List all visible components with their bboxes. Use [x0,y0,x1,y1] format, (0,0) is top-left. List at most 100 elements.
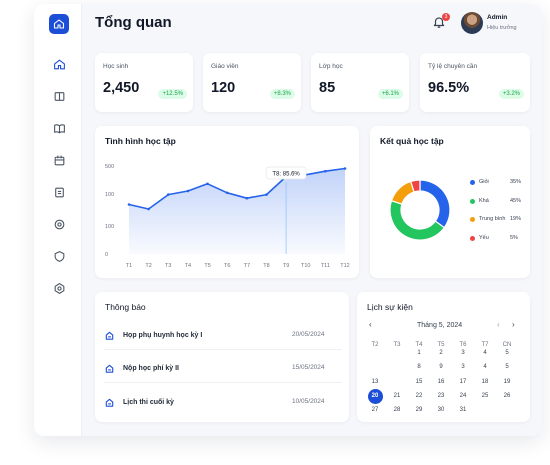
calendar-day[interactable]: 24 [453,393,473,399]
calendar-day[interactable]: 5 [497,350,517,356]
calendar-weekday: T2 [371,342,379,348]
x-tick-label: T6 [224,263,230,269]
calendar-weekday: T5 [437,342,445,348]
calendar-day[interactable]: 5 [497,364,517,370]
chevron-left-icon[interactable]: ‹ [497,320,500,329]
calendar-day[interactable]: 3 [453,364,473,370]
announcement-item[interactable]: Lịch thi cuối kỳ [104,395,174,409]
nav-book-icon[interactable] [51,88,67,104]
document-icon [105,398,114,407]
stat-value: 120 [211,80,236,96]
calendar-day[interactable]: 22 [409,393,429,399]
calendar-day[interactable]: 1 [409,350,429,356]
y-tick-label: 0 [105,252,108,258]
data-point [206,182,209,186]
data-point [147,207,150,211]
legend-label: Khá [479,198,489,204]
donut-slice-2 [390,180,415,205]
calendar-day[interactable]: 21 [387,393,407,399]
calendar-day[interactable]: 30 [431,407,451,413]
data-point [265,193,268,196]
nav-open-book-icon[interactable] [51,120,67,136]
legend-dot [470,180,475,185]
calendar-day[interactable]: 4 [475,350,495,356]
learning-chart-card: Tình hình học tập 500 100 100 0 T8: 85.6% T1 T… [95,126,359,278]
announcement-item[interactable]: Nộp học phí kỳ II [104,361,179,375]
legend-value: 45% [510,198,522,204]
stat-delta-badge: +8.3% [269,89,295,99]
data-point [186,189,190,193]
donut-slice-0 [419,179,451,229]
chevron-right-icon[interactable]: › [512,320,515,329]
document-icon [105,331,114,340]
calendar-day[interactable]: 25 [475,393,495,399]
calendar-day[interactable]: 26 [497,393,517,399]
results-donut-chart [389,179,451,241]
nav-calendar-icon[interactable] [51,152,67,168]
calendar-day[interactable]: 17 [453,379,473,385]
calendar-weekday: T3 [393,342,401,348]
stat-label: Giáo viên [211,63,239,70]
calendar-day[interactable]: 18 [475,379,495,385]
page-title: Tổng quan [95,14,172,31]
calendar-month: Tháng 5, 2024 [417,322,463,329]
legend-value: 19% [510,216,522,222]
calendar-day[interactable]: 3 [453,350,473,356]
nav-settings-icon[interactable] [51,216,67,232]
calendar-day[interactable]: 20 [365,393,385,399]
calendar-day[interactable]: 19 [497,379,517,385]
calendar-weekday: T7 [481,342,489,348]
legend-dot [470,236,475,241]
logo-home-icon[interactable] [49,14,69,34]
calendar-day[interactable]: 2 [431,350,451,356]
announcement-date: 15/05/2024 [292,364,325,371]
calendar-day[interactable]: 15 [409,379,429,385]
calendar-weekday: CN [502,342,512,348]
calendar-title: Lịch sự kiện [367,302,413,312]
stat-label: Tỷ lệ chuyên cần [428,63,478,70]
stat-card-classes: Lớp học 85 +6.1% [311,53,409,112]
data-point [343,167,347,170]
calendar-day[interactable]: 4 [475,364,495,370]
calendar-card: Lịch sự kiện [357,292,530,422]
nav-home-icon[interactable] [51,56,67,72]
x-tick-label: T9 [283,263,289,269]
data-point [166,193,170,196]
calendar-day[interactable]: 13 [365,379,385,385]
calendar-day[interactable]: 31 [453,407,473,413]
learning-line-chart: 500 100 100 0 T8: 85.6% T1 T2 T3 T4 T5 T6 T7 T8 T9 T10… [105,164,350,269]
data-point [127,203,131,206]
announcement-item[interactable]: Họp phụ huynh học kỳ I [104,328,202,342]
chevron-left-icon[interactable]: ‹ [369,320,372,329]
y-tick-label: 100 [105,192,114,198]
legend-value: 5% [510,235,518,241]
stat-label: Học sinh [103,63,129,70]
series-area [129,168,345,254]
data-point [225,191,229,195]
legend-label: Giỏi [479,179,489,185]
nav-shield-icon[interactable] [51,248,67,264]
stat-value: 96.5% [428,80,470,96]
document-icon [105,364,114,373]
announcement-title: Lịch thi cuối kỳ [123,398,174,406]
stat-card-attendance: Tỷ lệ chuyên cần 96.5% +3.2% [420,53,530,112]
x-tick-label: T12 [340,263,349,269]
calendar-day[interactable]: 27 [365,407,385,413]
tooltip-label: T8: 85.6% [272,172,300,178]
nav-badge-icon[interactable] [51,280,67,296]
nav-report-icon[interactable] [51,184,67,200]
calendar-weekday: T6 [459,342,467,348]
calendar-day[interactable]: 8 [409,364,429,370]
y-tick-label: 500 [105,164,114,170]
stat-card-teachers: Giáo viên 120 +8.3% [203,53,301,112]
calendar-day[interactable]: 9 [431,364,451,370]
avatar[interactable] [461,12,483,34]
divider [104,382,342,383]
stat-delta-badge: +6.1% [377,89,403,99]
calendar-day[interactable]: 28 [387,407,407,413]
calendar-day[interactable]: 23 [431,393,451,399]
calendar-day[interactable]: 16 [431,379,451,385]
calendar-day[interactable]: 29 [409,407,429,413]
legend-label: Yếu [479,235,489,241]
x-tick-label: T8 [263,263,269,269]
